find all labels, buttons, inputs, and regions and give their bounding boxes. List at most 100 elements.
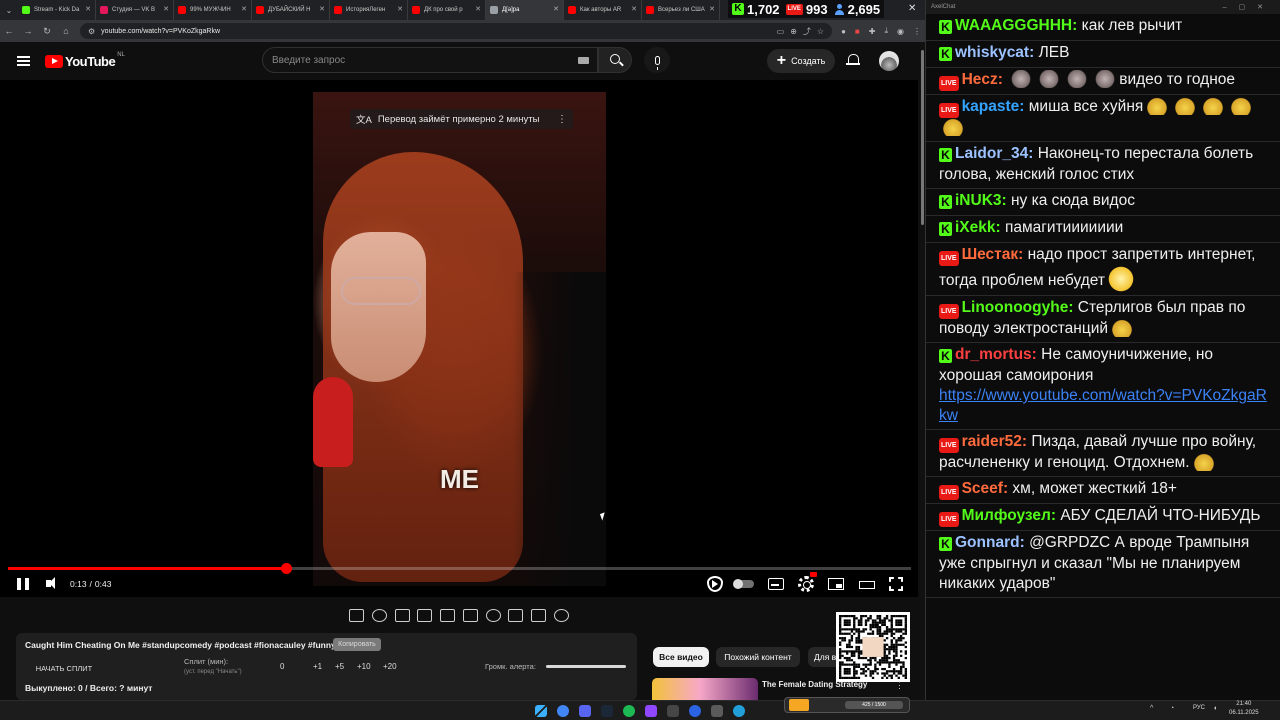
bookmark-star-icon[interactable]: ☆ xyxy=(817,27,824,36)
tab-close-icon[interactable]: ✕ xyxy=(397,5,403,13)
add-icon[interactable] xyxy=(508,608,524,622)
search-input[interactable]: Введите запрос xyxy=(262,47,598,73)
settings-gear-icon[interactable] xyxy=(798,576,814,592)
increment-button[interactable]: +20 xyxy=(383,662,397,671)
recommendation-thumbnail[interactable] xyxy=(652,678,758,700)
video-frame[interactable]: ME xyxy=(313,92,606,586)
tab-close-icon[interactable]: ✕ xyxy=(163,5,169,13)
volume-tray-icon[interactable]: ◖ xyxy=(1213,705,1217,712)
home-icon[interactable]: ⌂ xyxy=(61,26,71,36)
tab-close-icon[interactable]: ✕ xyxy=(631,5,637,13)
zoom-icon[interactable]: ⊕ xyxy=(790,27,797,36)
account-avatar[interactable] xyxy=(879,51,899,71)
browser-close-icon[interactable]: ✕ xyxy=(908,3,916,14)
create-button[interactable]: + Создать xyxy=(767,49,835,73)
spotify-icon[interactable] xyxy=(623,705,635,717)
window-controls-icon[interactable]: –▢✕ xyxy=(1223,3,1275,11)
chat-username[interactable]: Шестак xyxy=(962,246,1019,263)
copy-button[interactable]: Копировать xyxy=(333,638,381,651)
fullscreen-icon[interactable] xyxy=(889,577,903,591)
network-icon[interactable]: ◔ xyxy=(1170,705,1174,712)
site-info-icon[interactable]: ⚙ xyxy=(88,27,95,36)
more-options-icon[interactable]: ⋮ xyxy=(557,114,567,125)
chat-username[interactable]: WAAAGGGHHH xyxy=(955,17,1072,34)
clock[interactable]: 21:40 06.11.2025 xyxy=(1229,700,1259,718)
chat-username[interactable]: Милфоузел xyxy=(962,507,1051,524)
browser-tab[interactable]: Студия — VK B ✕ xyxy=(96,0,174,20)
increment-button[interactable]: +5 xyxy=(335,662,344,671)
recommendation-title[interactable]: The Female Dating Strategy xyxy=(762,680,867,689)
app-icon[interactable] xyxy=(645,705,657,717)
hamburger-menu-icon[interactable] xyxy=(17,56,30,66)
app-icon[interactable] xyxy=(711,705,723,717)
speed-icon[interactable] xyxy=(485,608,501,622)
pause-icon[interactable] xyxy=(17,578,29,590)
chat-username[interactable]: Linoonoogyhe xyxy=(962,299,1069,316)
back-icon[interactable]: ← xyxy=(4,26,14,36)
video-player[interactable]: ME 文A Перевод займёт примерно 2 минуты ⋮… xyxy=(0,80,918,597)
increment-button[interactable]: +10 xyxy=(357,662,371,671)
app-icon[interactable] xyxy=(689,705,701,717)
increment-button[interactable]: +1 xyxy=(313,662,322,671)
tab-close-icon[interactable]: ✕ xyxy=(319,5,325,13)
progress-scrubber[interactable] xyxy=(281,563,293,574)
browser-tab[interactable]: ДУБАЙСКИЙ Н ✕ xyxy=(252,0,330,20)
extensions-puzzle-icon[interactable]: ✚ xyxy=(869,27,876,36)
reload-icon[interactable]: ↻ xyxy=(42,26,52,37)
tabs-dropdown-icon[interactable]: ⌄ xyxy=(0,0,18,20)
loop-icon[interactable] xyxy=(349,608,364,622)
chat-username[interactable]: iNUK3 xyxy=(955,192,1002,209)
browser-tab[interactable]: Stream - Kick Da ✕ xyxy=(18,0,96,20)
recommendation-menu-icon[interactable]: ⋮ xyxy=(895,680,904,691)
telegram-icon[interactable] xyxy=(733,705,745,717)
chat-username[interactable]: Sceef xyxy=(962,480,1003,497)
windows-start-icon[interactable] xyxy=(535,705,547,717)
chat-username[interactable]: kapaste xyxy=(962,98,1020,115)
browser-tab[interactable]: Всерьез ли США ✕ xyxy=(642,0,720,20)
steam-icon[interactable] xyxy=(601,705,613,717)
clapper-icon[interactable] xyxy=(417,608,433,622)
theater-mode-icon[interactable] xyxy=(859,581,875,589)
miniplayer-icon[interactable] xyxy=(828,578,844,590)
tab-close-icon[interactable]: ✕ xyxy=(241,5,247,13)
split-value[interactable]: 0 xyxy=(280,662,284,671)
tab-close-icon[interactable]: ✕ xyxy=(553,5,559,13)
chat-username[interactable]: iXekk xyxy=(955,219,996,236)
camera-icon[interactable] xyxy=(531,608,547,622)
app-icon[interactable] xyxy=(667,705,679,717)
keyboard-icon[interactable] xyxy=(578,57,589,64)
chip-similar-content[interactable]: Похожий контент xyxy=(716,647,800,667)
browser-tab[interactable]: Д[a]ра ✕ xyxy=(486,0,564,20)
notifications-bell-icon[interactable] xyxy=(846,53,860,67)
chat-username[interactable]: Laidor_34 xyxy=(955,145,1028,162)
download-icon[interactable]: ⤓ xyxy=(884,26,888,36)
address-bar[interactable]: ⚙ youtube.com/watch?v=PVKoZkgaRkw ▭ ⊕ ⤴ … xyxy=(80,23,833,39)
tab-close-icon[interactable]: ✕ xyxy=(709,5,715,13)
screen-icon[interactable] xyxy=(440,608,456,622)
youtube-logo[interactable]: YouTube NL xyxy=(45,52,125,69)
cast-icon[interactable]: ▭ xyxy=(777,27,785,36)
film-icon[interactable] xyxy=(462,608,478,622)
chat-username[interactable]: whiskycat xyxy=(955,44,1029,61)
browser-menu-icon[interactable]: ⋮ xyxy=(913,27,921,36)
forward-icon[interactable]: → xyxy=(23,26,33,36)
extension-red-icon[interactable]: ■ xyxy=(855,27,860,36)
tray-chevron-icon[interactable]: ^ xyxy=(1150,705,1153,712)
chat-username[interactable]: Gonnard xyxy=(955,534,1020,551)
subtitles-icon[interactable] xyxy=(768,578,784,590)
chat-username[interactable]: dr_mortus xyxy=(955,346,1032,363)
tab-close-icon[interactable]: ✕ xyxy=(475,5,481,13)
start-split-button[interactable]: НАЧАТЬ СПЛИТ xyxy=(25,660,103,676)
chip-all-videos[interactable]: Все видео xyxy=(653,647,709,667)
search-button[interactable] xyxy=(598,47,632,73)
page-scrollbar-thumb[interactable] xyxy=(921,50,924,225)
tab-close-icon[interactable]: ✕ xyxy=(85,5,91,13)
input-language[interactable]: РУС xyxy=(1193,705,1205,711)
progress-bar[interactable] xyxy=(8,563,911,574)
chrome-icon[interactable] xyxy=(557,705,569,717)
extension-icon[interactable]: ● xyxy=(841,27,846,36)
translation-notice[interactable]: 文A Перевод займёт примерно 2 минуты ⋮ xyxy=(350,109,573,129)
discord-icon[interactable] xyxy=(579,705,591,717)
chat-link[interactable]: https://www.youtube.com/watch?v=PVKoZkga… xyxy=(939,387,1267,424)
browser-tab[interactable]: Как авторы AR ✕ xyxy=(564,0,642,20)
